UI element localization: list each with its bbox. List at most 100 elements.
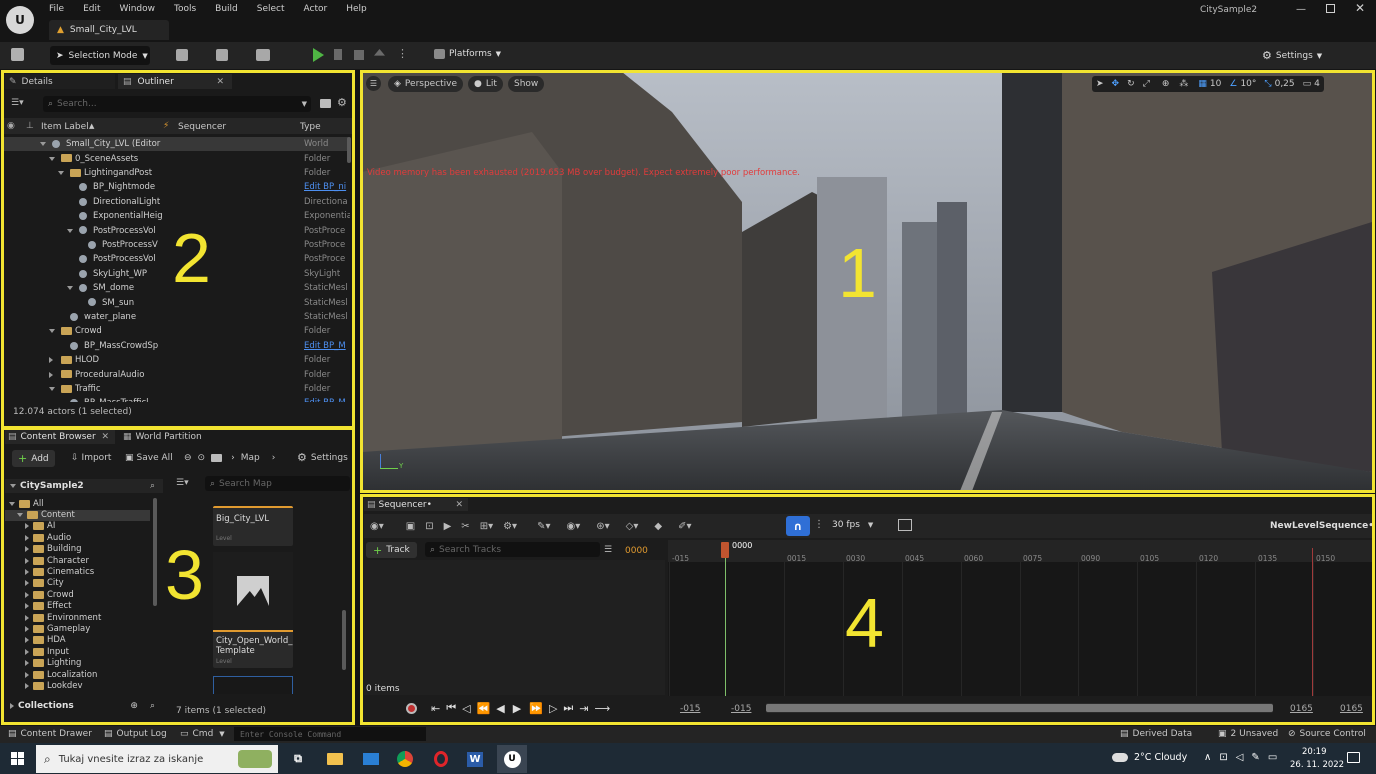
lit-button[interactable]: ● Lit [468, 76, 503, 92]
forward-icon[interactable]: ⊙ [198, 453, 206, 463]
prev-key-icon[interactable]: ⏮ [446, 701, 456, 715]
rotate-tool-icon[interactable]: ↻ [1127, 79, 1135, 89]
rotation-snap-value[interactable]: 10° [1240, 79, 1256, 89]
track-filter-icon[interactable]: ☰ [604, 545, 612, 555]
folder-tree-item[interactable]: Localization [25, 669, 97, 680]
menu-file[interactable]: File [49, 4, 64, 14]
maximize-icon[interactable] [1326, 4, 1335, 13]
outliner-row[interactable]: LightingandPost Folder [4, 166, 352, 180]
platforms-button[interactable]: Platforms ▼ [430, 49, 501, 59]
level-tab[interactable]: ▲ Small_City_LVL [49, 20, 169, 40]
outliner-row[interactable]: BP_Nightmode Edit BP_ni [4, 180, 352, 194]
camera-speed-value[interactable]: 4 [1314, 79, 1320, 89]
range-scrollbar[interactable] [766, 703, 1273, 713]
unreal-logo-icon[interactable]: U [6, 6, 34, 34]
snap-toggle[interactable]: ∩ [786, 516, 810, 536]
next-key-icon[interactable]: ▷ [549, 702, 557, 715]
expand-icon[interactable] [25, 660, 29, 667]
show-button[interactable]: Show [508, 76, 545, 92]
col-sequencer[interactable]: Sequencer [178, 122, 226, 132]
add-folder-icon[interactable] [320, 99, 331, 108]
folder-tree-item[interactable]: Gameplay [25, 623, 90, 634]
cb-settings-button[interactable]: ⚙ Settings [297, 451, 348, 464]
output-log-button[interactable]: ▤ Output Log [104, 729, 167, 739]
expand-icon[interactable] [9, 501, 15, 506]
settings-button[interactable]: ⚙ Settings ▼ [1262, 49, 1322, 62]
tab-outliner[interactable]: ▤ Outliner ✕ [118, 74, 232, 89]
outliner-row-type[interactable]: Edit BP_ni [304, 182, 350, 192]
range-start-value-2[interactable]: -015 [731, 704, 751, 714]
asset-tile[interactable]: Big_City_LVL Level [213, 506, 293, 546]
snap-options-icon[interactable]: ⊛▾ [596, 521, 609, 532]
windows-start-icon[interactable] [11, 752, 24, 765]
outliner-row[interactable]: water_plane StaticMesl [4, 310, 352, 324]
outliner-row[interactable]: Traffic Folder [4, 382, 352, 396]
record-icon[interactable] [406, 702, 417, 714]
select-tool-icon[interactable]: ➤ [1096, 79, 1104, 89]
console-input[interactable]: Enter Console Command [234, 727, 426, 741]
close-icon[interactable]: ✕ [101, 432, 109, 442]
menu-window[interactable]: Window [120, 4, 156, 14]
asset-scrollbar[interactable] [342, 610, 346, 670]
word-icon[interactable]: W [464, 750, 486, 768]
keyframe-icon[interactable]: ◇▾ [626, 521, 639, 532]
next-frame-icon[interactable]: ⏩ [529, 702, 543, 715]
path-map[interactable]: Map [241, 453, 260, 463]
tab-sequencer[interactable]: ▤ Sequencer• ✕ [364, 498, 468, 511]
track-search-input[interactable]: ⌕ Search Tracks [425, 542, 600, 557]
outliner-row[interactable]: Small_City_LVL (Editor World [4, 137, 352, 151]
expand-icon[interactable] [25, 648, 29, 655]
volume-icon[interactable]: ◁ [1236, 752, 1244, 763]
auto-key-icon[interactable]: ◆ [654, 521, 662, 532]
more-icon[interactable]: ⋮ [814, 519, 824, 530]
search-icon[interactable]: ⌕ [150, 481, 155, 491]
rotation-snap-icon[interactable]: ∠ [1229, 79, 1237, 89]
expand-icon[interactable] [25, 614, 29, 621]
folder-tree-item[interactable]: Character [25, 555, 89, 566]
back-icon[interactable]: ⊖ [184, 453, 192, 463]
loop-icon[interactable]: ⇥ [579, 702, 588, 715]
expand-icon[interactable] [25, 569, 29, 576]
source-control-button[interactable]: ⊘ Source Control [1288, 729, 1366, 739]
collections-section[interactable]: Collections ⊕ ⌕ [5, 698, 163, 714]
expand-icon[interactable] [17, 513, 23, 518]
folder-tree-item[interactable]: Crowd [25, 589, 74, 600]
playhead-marker[interactable] [721, 542, 729, 558]
unsaved-button[interactable]: ▣ 2 Unsaved [1218, 729, 1278, 739]
menu-help[interactable]: Help [346, 4, 367, 14]
pen-icon[interactable]: ✎ [1251, 752, 1259, 763]
col-type[interactable]: Type [300, 122, 321, 132]
expand-icon[interactable] [25, 557, 29, 564]
expand-icon[interactable] [25, 626, 29, 633]
col-item-label[interactable]: Item Label [41, 122, 89, 132]
eye-icon[interactable]: ◉ [7, 121, 15, 131]
camera-speed-icon[interactable]: ▭ [1303, 79, 1312, 89]
add-button[interactable]: + Add [12, 450, 55, 467]
expand-icon[interactable] [49, 156, 55, 161]
folder-tree-item[interactable]: Lighting [25, 658, 81, 669]
source-root[interactable]: CitySample2 ⌕ [5, 479, 163, 493]
grid-snap-value[interactable]: 10 [1210, 79, 1221, 89]
jump-end-icon[interactable]: ⏭ [563, 701, 573, 715]
key-icon[interactable]: ⚙▾ [503, 521, 517, 532]
network-icon[interactable]: ⊡ [1219, 752, 1227, 763]
range-scrollbar-thumb[interactable] [766, 704, 1273, 712]
world-icon[interactable]: ◉▾ [370, 521, 384, 532]
perspective-button[interactable]: ◈ Perspective [388, 76, 464, 92]
save-all-button[interactable]: ▣ Save All [125, 453, 173, 463]
expand-icon[interactable] [40, 142, 46, 147]
outliner-row-type[interactable]: Edit BP_M [304, 341, 350, 351]
playback-options-icon[interactable]: ⊞▾ [480, 521, 493, 532]
world-space-icon[interactable]: ⊕ [1162, 79, 1170, 89]
search-icon[interactable]: ⌕ [150, 701, 155, 711]
view-icon[interactable]: ◉▾ [566, 521, 580, 532]
save-icon[interactable] [11, 48, 24, 61]
step-icon[interactable] [334, 49, 344, 60]
expand-icon[interactable] [25, 523, 29, 530]
tab-content-browser[interactable]: ▤ Content Browser ✕ [5, 430, 115, 444]
expand-icon[interactable] [58, 170, 64, 175]
tab-world-partition[interactable]: ▦ World Partition [123, 430, 202, 444]
play-reverse-icon[interactable]: ⏪ [477, 702, 491, 715]
stop-icon[interactable] [354, 50, 364, 60]
expand-icon[interactable] [49, 386, 55, 391]
